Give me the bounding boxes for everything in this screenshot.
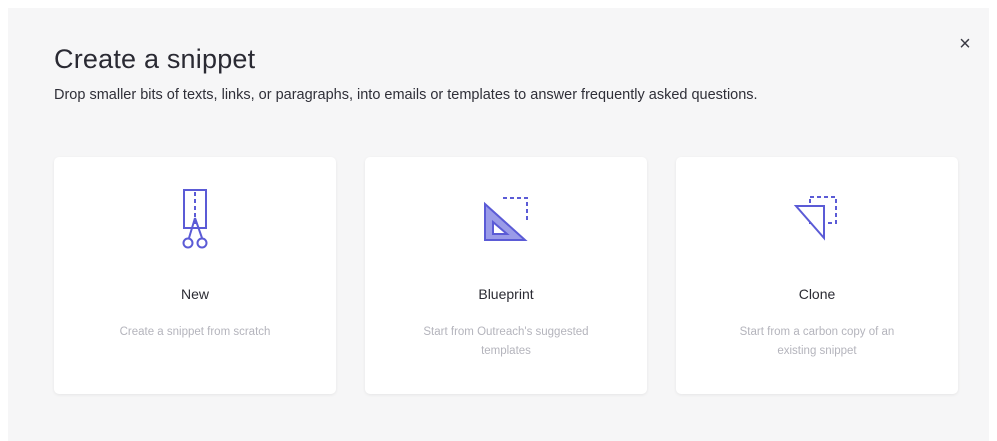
- create-snippet-modal: × Create a snippet Drop smaller bits of …: [8, 8, 989, 441]
- close-icon[interactable]: ×: [955, 34, 975, 54]
- blueprint-card-description: Start from Outreach's suggested template…: [423, 326, 589, 357]
- clone-icon: [792, 187, 842, 251]
- page-subtitle: Drop smaller bits of texts, links, or pa…: [54, 87, 758, 103]
- scissors-icon: [170, 187, 220, 251]
- new-snippet-card[interactable]: New Create a snippet from scratch: [54, 157, 336, 394]
- blueprint-icon: [481, 187, 531, 251]
- clone-card-description: Start from a carbon copy of an existing …: [739, 326, 895, 357]
- new-card-description: Create a snippet from scratch: [119, 326, 271, 338]
- clone-card[interactable]: Clone Start from a carbon copy of an exi…: [676, 157, 958, 394]
- snippet-options: New Create a snippet from scratch Bluepr…: [54, 157, 958, 394]
- new-card-title: New: [180, 286, 209, 302]
- clone-card-title: Clone: [798, 286, 836, 302]
- blueprint-card-title: Blueprint: [478, 286, 534, 302]
- blueprint-card[interactable]: Blueprint Start from Outreach's suggeste…: [365, 157, 647, 394]
- page-title: Create a snippet: [54, 44, 256, 74]
